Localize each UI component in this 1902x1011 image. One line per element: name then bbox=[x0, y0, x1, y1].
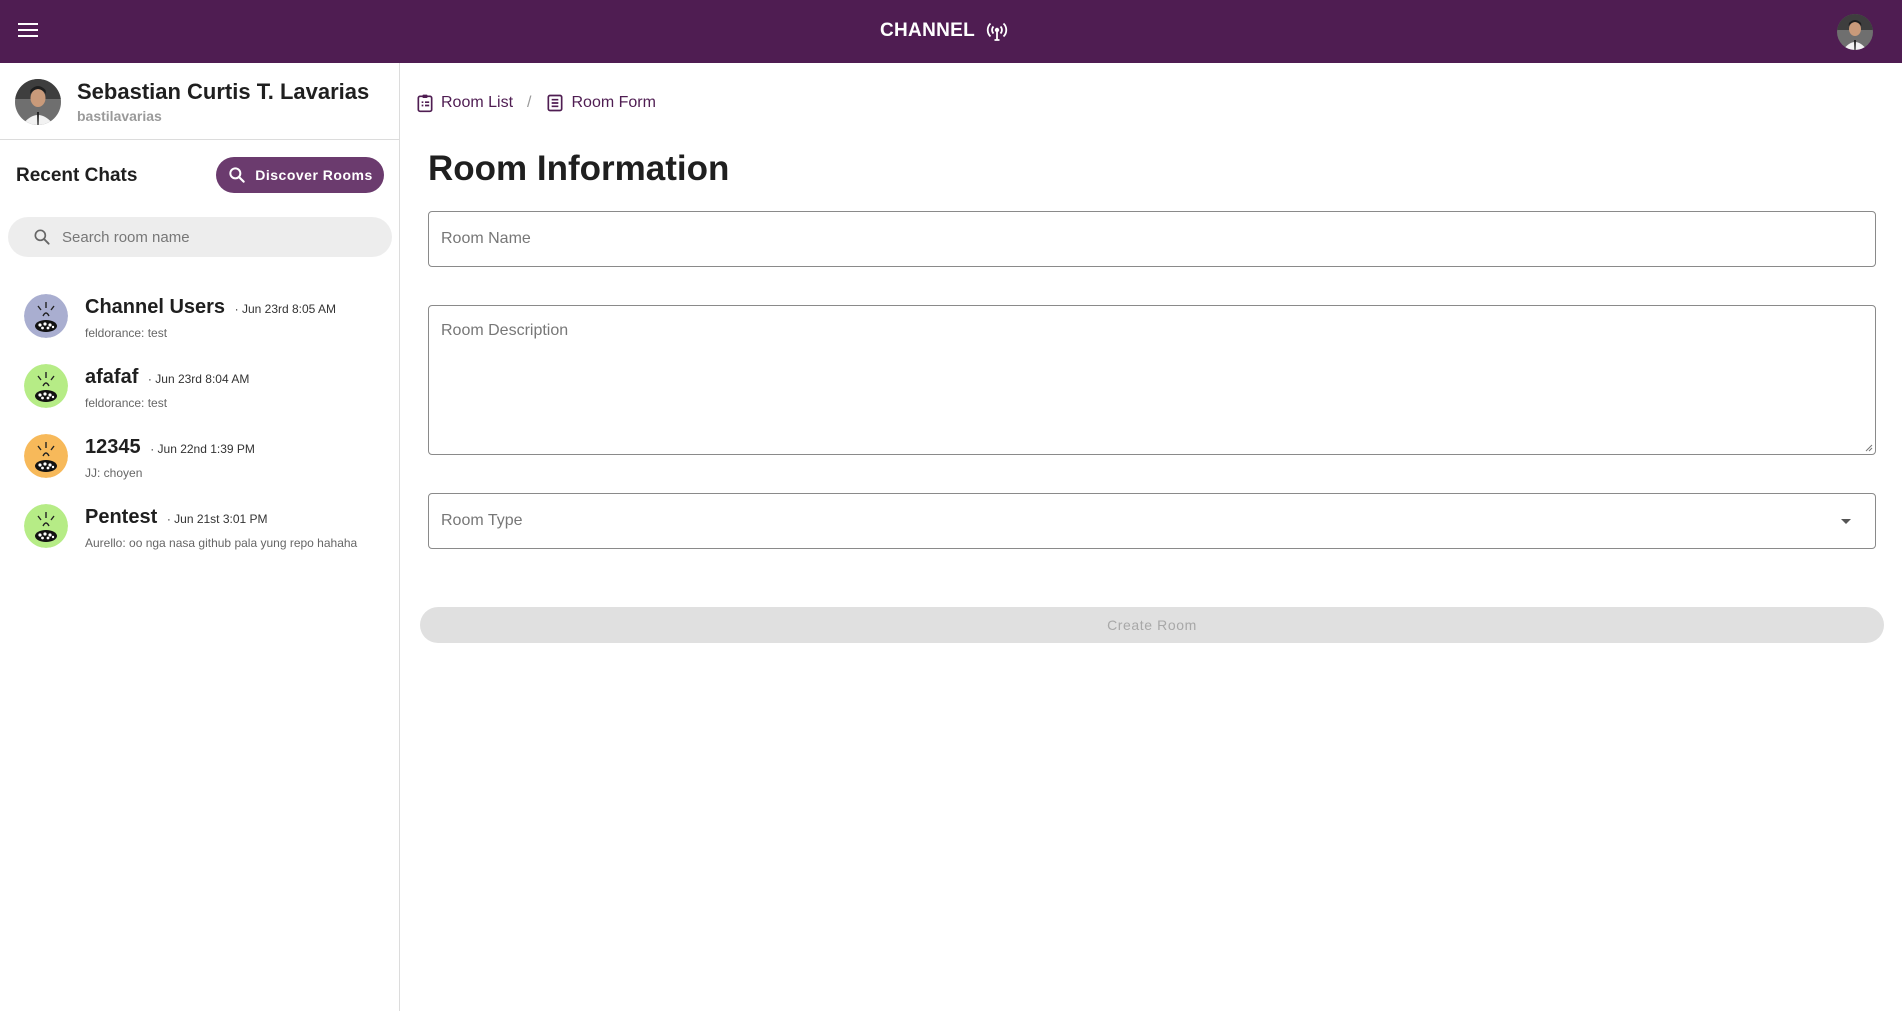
profile-name: Sebastian Curtis T. Lavarias bbox=[77, 79, 370, 104]
breadcrumb-room-list[interactable]: Room List bbox=[415, 93, 513, 113]
app-brand: CHANNEL bbox=[880, 19, 1009, 43]
chat-list-item[interactable]: afafaf · Jun 23rd 8:04 AM feldorance: te… bbox=[0, 352, 399, 422]
chat-timestamp: · Jun 23rd 8:04 AM bbox=[147, 372, 250, 386]
room-avatar bbox=[24, 294, 68, 338]
room-name-input[interactable] bbox=[441, 230, 1863, 248]
chat-list-item[interactable]: 12345 · Jun 22nd 1:39 PM JJ: choyen bbox=[0, 422, 399, 492]
chat-last-message: feldorance: test bbox=[85, 396, 168, 410]
room-type-label: Room Type bbox=[441, 512, 523, 529]
chat-room-name: afafaf bbox=[85, 366, 139, 388]
search-input[interactable] bbox=[62, 228, 382, 246]
chat-timestamp: · Jun 21st 3:01 PM bbox=[166, 512, 268, 526]
discover-rooms-label: Discover Rooms bbox=[255, 167, 373, 183]
chat-last-message: feldorance: test bbox=[85, 326, 168, 340]
user-avatar[interactable] bbox=[1837, 14, 1873, 50]
chat-last-message: Aurello: oo nga nasa github pala yung re… bbox=[85, 536, 358, 550]
breadcrumb-room-form-label: Room Form bbox=[571, 94, 656, 111]
room-name-field bbox=[428, 211, 1876, 267]
breadcrumb: Room List / Room Form bbox=[415, 93, 656, 113]
room-description-field bbox=[428, 305, 1876, 455]
clipboard-list-icon bbox=[417, 94, 433, 113]
breadcrumb-room-list-label: Room List bbox=[441, 94, 514, 111]
room-avatar bbox=[24, 434, 68, 478]
room-type-select[interactable]: Room Type bbox=[428, 493, 1876, 549]
room-avatar bbox=[24, 504, 68, 548]
chat-room-name: Channel Users bbox=[85, 296, 226, 318]
recent-chats-heading: Recent Chats bbox=[16, 165, 138, 186]
room-search bbox=[8, 217, 392, 257]
chat-list-item[interactable]: Channel Users · Jun 23rd 8:05 AM feldora… bbox=[0, 282, 399, 352]
menu-icon[interactable] bbox=[16, 18, 40, 42]
chat-list: Channel Users · Jun 23rd 8:05 AM feldora… bbox=[0, 282, 399, 562]
app-header: CHANNEL bbox=[0, 0, 1902, 63]
search-icon bbox=[34, 229, 50, 245]
main-content: Room List / Room Form Room Information R… bbox=[401, 63, 1902, 1011]
chat-room-name: Pentest bbox=[85, 506, 158, 528]
resize-handle-icon[interactable] bbox=[1865, 444, 1873, 452]
discover-rooms-button[interactable]: Discover Rooms bbox=[216, 157, 384, 193]
profile-header: Sebastian Curtis T. Lavarias bastilavari… bbox=[0, 63, 399, 140]
chat-room-name: 12345 bbox=[85, 436, 141, 458]
chat-timestamp: · Jun 22nd 1:39 PM bbox=[150, 442, 255, 456]
room-avatar bbox=[24, 364, 68, 408]
breadcrumb-separator: / bbox=[527, 94, 532, 111]
breadcrumb-room-form[interactable]: Room Form bbox=[545, 93, 656, 113]
chat-timestamp: · Jun 23rd 8:05 AM bbox=[234, 302, 337, 316]
sidebar: Sebastian Curtis T. Lavarias bastilavari… bbox=[0, 63, 400, 1011]
dropdown-arrow-icon bbox=[1841, 518, 1851, 524]
app-title: CHANNEL bbox=[880, 20, 975, 41]
avatar bbox=[15, 79, 61, 125]
search-icon bbox=[229, 167, 245, 183]
room-description-input[interactable] bbox=[441, 322, 1863, 438]
profile-username: bastilavarias bbox=[77, 108, 162, 124]
form-icon bbox=[547, 94, 563, 112]
create-room-button[interactable]: Create Room bbox=[420, 607, 1884, 643]
chat-list-item[interactable]: Pentest · Jun 21st 3:01 PM Aurello: oo n… bbox=[0, 492, 399, 562]
chat-last-message: JJ: choyen bbox=[85, 466, 143, 480]
broadcast-icon bbox=[986, 22, 1008, 41]
page-title: Room Information bbox=[428, 149, 730, 188]
